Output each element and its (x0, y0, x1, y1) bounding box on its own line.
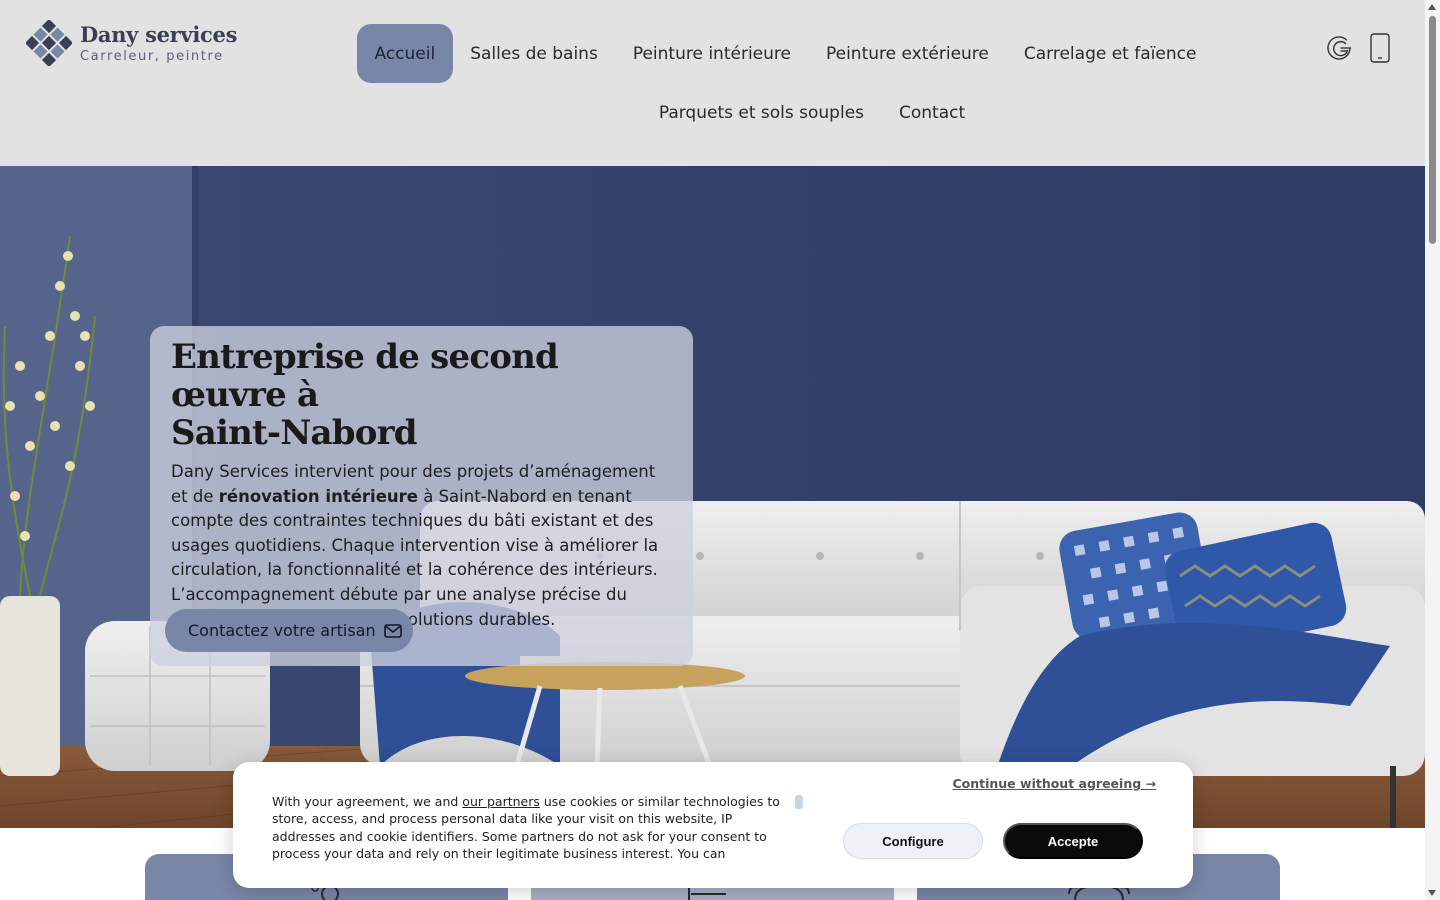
google-icon[interactable] (1326, 33, 1354, 63)
logo-mark-icon (24, 18, 74, 68)
hero-title: Entreprise de second œuvre à Saint-Nabor… (171, 338, 672, 452)
continue-without-agreeing-link[interactable]: Continue without agreeing → (952, 776, 1156, 791)
cookie-text[interactable]: With your agreement, we and our partners… (272, 793, 797, 861)
nav-item-peinture-exterieure[interactable]: Peinture extérieure (808, 24, 1006, 83)
cookie-consent-banner: Continue without agreeing → With your ag… (233, 762, 1193, 888)
envelope-icon (383, 623, 402, 638)
hero-title-line2: Saint-Nabord (171, 413, 417, 453)
configure-button[interactable]: Configure (843, 823, 983, 859)
hero-description: Dany Services intervient pour des projet… (171, 460, 672, 632)
nav-item-parquets[interactable]: Parquets et sols souples (641, 83, 881, 142)
hero-text-part2: à Saint-Nabord en tenant compte des cont… (171, 486, 659, 629)
site-logo[interactable]: Dany services Carreleur, peintre (24, 18, 238, 68)
site-header: Dany services Carreleur, peintre Accueil… (0, 0, 1425, 166)
phone-icon[interactable] (1366, 33, 1394, 63)
header-icons (1326, 33, 1394, 63)
scroll-down-arrow-icon[interactable] (1428, 890, 1436, 896)
nav-item-carrelage-faience[interactable]: Carrelage et faïence (1006, 24, 1214, 83)
nav-item-contact[interactable]: Contact (882, 83, 983, 142)
accept-button[interactable]: Accepte (1003, 823, 1143, 859)
hero-text-bold: rénovation intérieure (218, 486, 418, 506)
contact-artisan-button[interactable]: Contactez votre artisan (165, 609, 413, 652)
cookie-text-part1: With your agreement, we and (272, 794, 463, 809)
hero-section: Entreprise de second œuvre à Saint-Nabor… (0, 166, 1425, 828)
nav-item-peinture-interieure[interactable]: Peinture intérieure (615, 24, 808, 83)
brand-name: Dany services (80, 22, 238, 47)
nav-item-accueil[interactable]: Accueil (357, 24, 453, 83)
hero-title-line1: Entreprise de second œuvre à (171, 337, 559, 415)
our-partners-link[interactable]: our partners (462, 794, 540, 809)
scroll-thumb[interactable] (1429, 16, 1436, 244)
page-scrollbar[interactable] (1425, 0, 1440, 900)
nav-item-salles-de-bains[interactable]: Salles de bains (453, 24, 616, 83)
brand-tagline: Carreleur, peintre (80, 49, 224, 64)
main-nav: Accueil Salles de bains Peinture intérie… (357, 24, 1196, 142)
scroll-up-arrow-icon[interactable] (1428, 4, 1436, 10)
contact-artisan-label: Contactez votre artisan (188, 621, 376, 640)
cookie-text-scrollbar[interactable] (795, 795, 803, 809)
hero-card: Entreprise de second œuvre à Saint-Nabor… (150, 326, 693, 666)
